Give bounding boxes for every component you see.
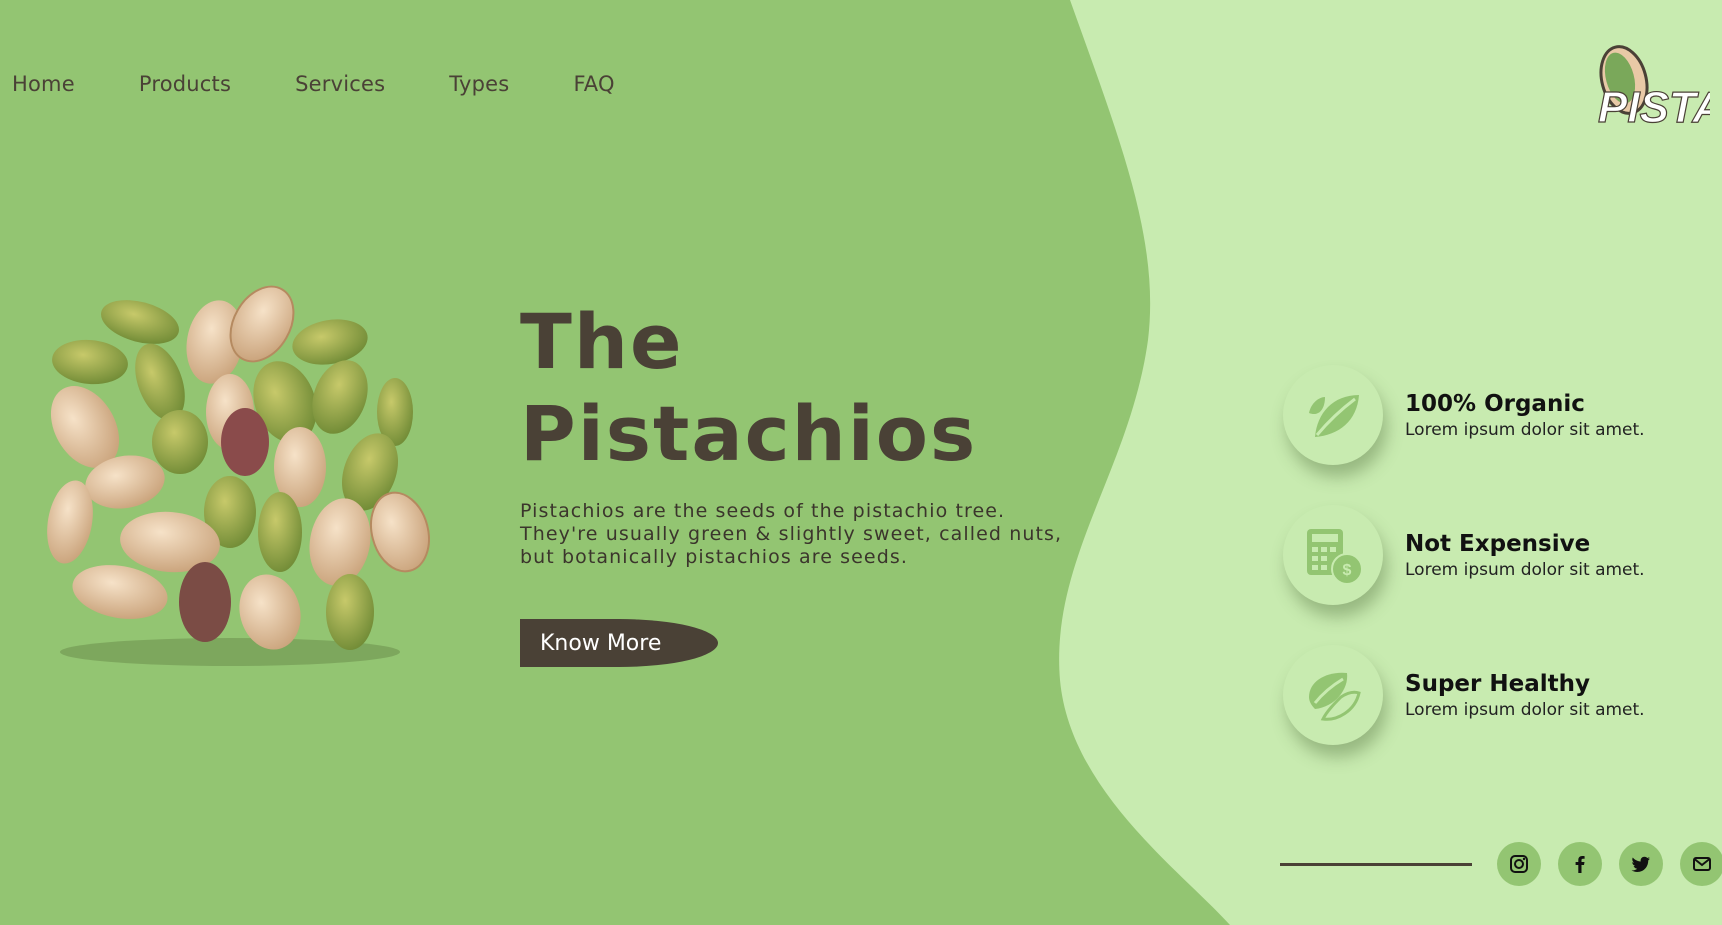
hero-title-line2: Pistachios: [520, 389, 978, 478]
pistachio-icon: [1283, 645, 1383, 745]
pistachio-image: [47, 285, 430, 666]
logo-text: PISTA: [1598, 83, 1710, 132]
hero-description: Pistachios are the seeds of the pistachi…: [520, 500, 1063, 568]
svg-text:$: $: [1343, 562, 1352, 579]
hero-title-line1: The: [520, 297, 684, 386]
feature-expensive: $ Not Expensive Lorem ipsum dolor sit am…: [1283, 505, 1645, 605]
facebook-icon[interactable]: [1558, 842, 1602, 886]
nav-home[interactable]: Home: [12, 72, 75, 96]
feature-organic: 100% Organic Lorem ipsum dolor sit amet.: [1283, 365, 1645, 465]
feature-title: 100% Organic: [1405, 390, 1585, 417]
hero-section: The Pistachios Pistachios are the seeds …: [520, 296, 1100, 667]
mail-icon[interactable]: [1680, 842, 1722, 886]
instagram-icon[interactable]: [1497, 842, 1541, 886]
features-list: 100% Organic Lorem ipsum dolor sit amet.…: [1283, 365, 1645, 785]
nav-products[interactable]: Products: [139, 72, 231, 96]
know-more-button[interactable]: Know More: [520, 619, 718, 667]
hero-title: The Pistachios: [520, 296, 1100, 480]
social-links: [1280, 842, 1722, 886]
feature-title: Not Expensive: [1405, 530, 1591, 557]
nav-faq[interactable]: FAQ: [573, 72, 614, 96]
calculator-money-icon: $: [1283, 505, 1383, 605]
leaf-icon: [1283, 365, 1383, 465]
divider-line: [1280, 862, 1472, 866]
feature-subtitle: Lorem ipsum dolor sit amet.: [1405, 419, 1645, 440]
nav-services[interactable]: Services: [295, 72, 385, 96]
feature-title: Super Healthy: [1405, 670, 1590, 697]
feature-subtitle: Lorem ipsum dolor sit amet.: [1405, 699, 1645, 720]
twitter-icon[interactable]: [1619, 842, 1663, 886]
feature-subtitle: Lorem ipsum dolor sit amet.: [1405, 559, 1645, 580]
main-nav: Home Products Services Types FAQ: [12, 72, 679, 96]
pista-logo[interactable]: PISTA: [1580, 42, 1710, 132]
nav-types[interactable]: Types: [449, 72, 509, 96]
feature-healthy: Super Healthy Lorem ipsum dolor sit amet…: [1283, 645, 1645, 745]
